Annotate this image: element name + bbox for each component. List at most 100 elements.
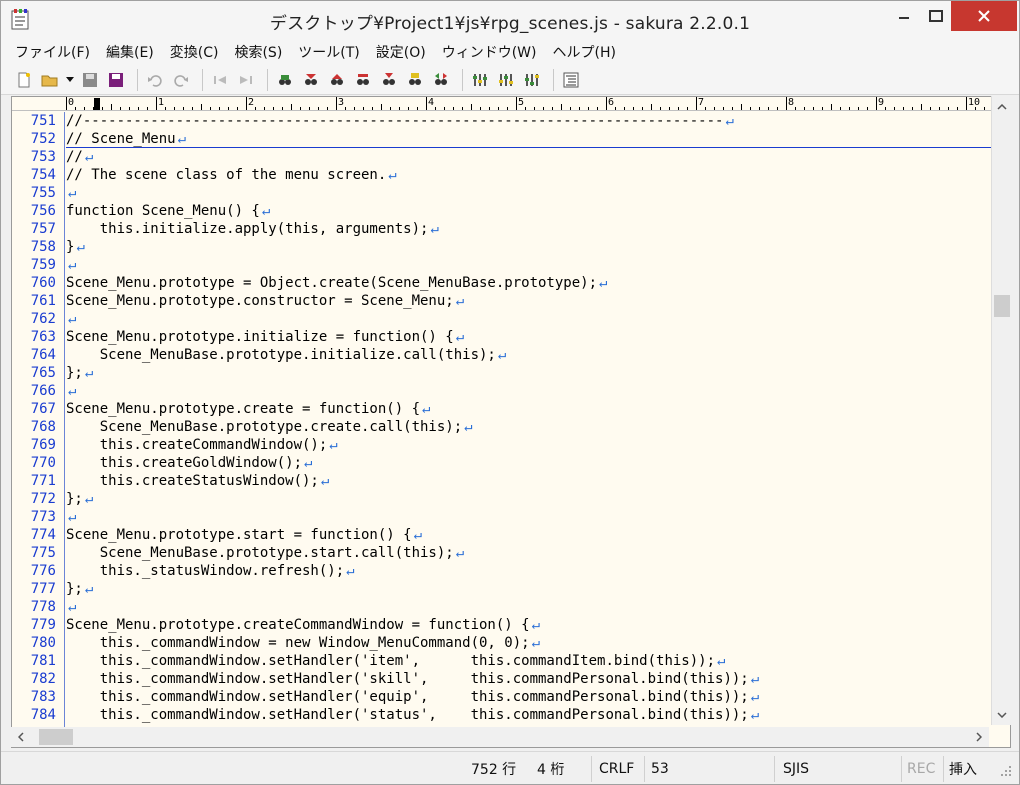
line-number[interactable]: 764 [12, 346, 56, 364]
line-number[interactable]: 775 [12, 544, 56, 562]
code-text[interactable]: }; ↵ [66, 490, 93, 508]
code-text[interactable]: this.createStatusWindow(); ↵ [66, 472, 330, 490]
code-line[interactable]: 757 this.initialize.apply(this, argument… [12, 220, 992, 238]
vertical-scrollbar[interactable] [991, 96, 1011, 725]
line-number[interactable]: 774 [12, 526, 56, 544]
resize-grip-icon[interactable] [999, 764, 1013, 778]
line-number[interactable]: 780 [12, 634, 56, 652]
line-number[interactable]: 782 [12, 670, 56, 688]
code-line[interactable]: 760 Scene_Menu.prototype = Object.create(… [12, 274, 992, 292]
line-number[interactable]: 752 [12, 130, 56, 148]
status-newline[interactable]: CRLF [599, 757, 634, 781]
code-text[interactable]: ↵ [66, 310, 76, 328]
type-settings-button[interactable] [495, 69, 517, 91]
line-number[interactable]: 754 [12, 166, 56, 184]
code-line[interactable]: 770 this.createGoldWindow(); ↵ [12, 454, 992, 472]
code-line[interactable]: 766 ↵ [12, 382, 992, 400]
line-number[interactable]: 765 [12, 364, 56, 382]
code-text[interactable]: Scene_Menu.prototype.create = function()… [66, 400, 430, 418]
code-text[interactable]: ↵ [66, 598, 76, 616]
code-text[interactable]: // Scene_Menu ↵ [66, 130, 186, 148]
line-number[interactable]: 757 [12, 220, 56, 238]
scroll-right-button[interactable] [969, 727, 989, 747]
line-number[interactable]: 771 [12, 472, 56, 490]
code-line[interactable]: 778 ↵ [12, 598, 992, 616]
code-line[interactable]: 777}; ↵ [12, 580, 992, 598]
code-line[interactable]: 783 this._commandWindow.setHandler('equi… [12, 688, 992, 706]
line-number[interactable]: 758 [12, 238, 56, 256]
horizontal-scroll-thumb[interactable] [39, 729, 73, 745]
line-number[interactable]: 763 [12, 328, 56, 346]
code-line[interactable]: 755 ↵ [12, 184, 992, 202]
code-lines[interactable]: 751 //-----------------------------------… [12, 112, 992, 724]
code-line[interactable]: 754 // The scene class of the menu screen… [12, 166, 992, 184]
line-number[interactable]: 759 [12, 256, 56, 274]
horizontal-scrollbar[interactable] [11, 727, 989, 747]
tag-jump-button[interactable] [430, 69, 452, 91]
line-number[interactable]: 768 [12, 418, 56, 436]
undo-button[interactable] [144, 69, 166, 91]
code-line[interactable]: 753 //↵ [12, 148, 992, 166]
code-line[interactable]: 771 this.createStatusWindow(); ↵ [12, 472, 992, 490]
code-line[interactable]: 763 Scene_Menu.prototype.initialize = fun… [12, 328, 992, 346]
code-line[interactable]: 779 Scene_Menu.prototype.createCommandWin… [12, 616, 992, 634]
menu-window[interactable]: ウィンドウ(W) [442, 42, 537, 62]
code-line[interactable]: 751 //-----------------------------------… [12, 112, 992, 130]
code-line[interactable]: 784 this._commandWindow.setHandler('stat… [12, 706, 992, 724]
code-text[interactable]: Scene_MenuBase.prototype.start.call(this… [66, 544, 464, 562]
code-line[interactable]: 769 this.createCommandWindow(); ↵ [12, 436, 992, 454]
code-text[interactable]: this._commandWindow.setHandler('skill', … [66, 670, 759, 688]
jump-forward-button[interactable] [235, 69, 257, 91]
code-line[interactable]: 765}; ↵ [12, 364, 992, 382]
code-text[interactable]: this.initialize.apply(this, arguments); ↵ [66, 220, 439, 238]
line-number[interactable]: 772 [12, 490, 56, 508]
line-number[interactable]: 777 [12, 580, 56, 598]
code-line[interactable]: 756 function Scene_Menu() {↵ [12, 202, 992, 220]
menu-help[interactable]: ヘルプ(H) [553, 42, 616, 62]
code-line[interactable]: 759 ↵ [12, 256, 992, 274]
line-number[interactable]: 751 [12, 112, 56, 130]
line-number[interactable]: 778 [12, 598, 56, 616]
code-line[interactable]: 758} ↵ [12, 238, 992, 256]
code-text[interactable]: ↵ [66, 508, 76, 526]
code-text[interactable]: //↵ [66, 148, 93, 166]
line-number[interactable]: 781 [12, 652, 56, 670]
code-text[interactable]: this._statusWindow.refresh(); ↵ [66, 562, 355, 580]
code-text[interactable]: Scene_MenuBase.prototype.initialize.call… [66, 346, 507, 364]
column-ruler[interactable]: 0 1 2 3 4 5 6 7 8 9 10 [12, 97, 992, 111]
save-button[interactable] [79, 69, 101, 91]
scroll-up-button[interactable] [992, 98, 1012, 116]
open-dropdown-button[interactable] [65, 69, 75, 91]
scroll-down-button[interactable] [992, 706, 1012, 724]
code-text[interactable]: this._commandWindow.setHandler('equip', … [66, 688, 759, 706]
code-line[interactable]: 762 ↵ [12, 310, 992, 328]
code-text[interactable]: Scene_Menu.prototype.constructor = Scene… [66, 292, 464, 310]
code-line[interactable]: 752 // Scene_Menu ↵ [12, 130, 992, 148]
line-number[interactable]: 766 [12, 382, 56, 400]
scroll-left-button[interactable] [11, 727, 31, 747]
menu-tools[interactable]: ツール(T) [298, 42, 359, 62]
code-line[interactable]: 776 this._statusWindow.refresh(); ↵ [12, 562, 992, 580]
code-line[interactable]: 767 Scene_Menu.prototype.create = functio… [12, 400, 992, 418]
code-text[interactable]: this._commandWindow = new Window_MenuCom… [66, 634, 540, 652]
code-text[interactable]: this._commandWindow.setHandler('status',… [66, 706, 759, 724]
code-text[interactable]: // The scene class of the menu screen. ↵ [66, 166, 397, 184]
code-text[interactable]: function Scene_Menu() {↵ [66, 202, 270, 220]
code-line[interactable]: 768 Scene_MenuBase.prototype.create.call… [12, 418, 992, 436]
line-number[interactable]: 769 [12, 436, 56, 454]
code-text[interactable]: this.createGoldWindow(); ↵ [66, 454, 313, 472]
code-text[interactable]: Scene_MenuBase.prototype.create.call(thi… [66, 418, 473, 436]
line-number[interactable]: 753 [12, 148, 56, 166]
line-number[interactable]: 760 [12, 274, 56, 292]
text-editor[interactable]: 0 1 2 3 4 5 6 7 8 9 10 751//----------------------… [11, 96, 1011, 748]
save-all-button[interactable] [105, 69, 127, 91]
common-settings-button[interactable] [521, 69, 543, 91]
menu-search[interactable]: 検索(S) [234, 42, 282, 62]
line-number[interactable]: 761 [12, 292, 56, 310]
search-prev-button[interactable] [326, 69, 348, 91]
menu-edit[interactable]: 編集(E) [106, 42, 154, 62]
replace-button[interactable] [352, 69, 374, 91]
menu-settings[interactable]: 設定(O) [376, 42, 426, 62]
code-line[interactable]: 764 Scene_MenuBase.prototype.initialize.… [12, 346, 992, 364]
status-insert-mode[interactable]: 挿入 [949, 757, 977, 781]
